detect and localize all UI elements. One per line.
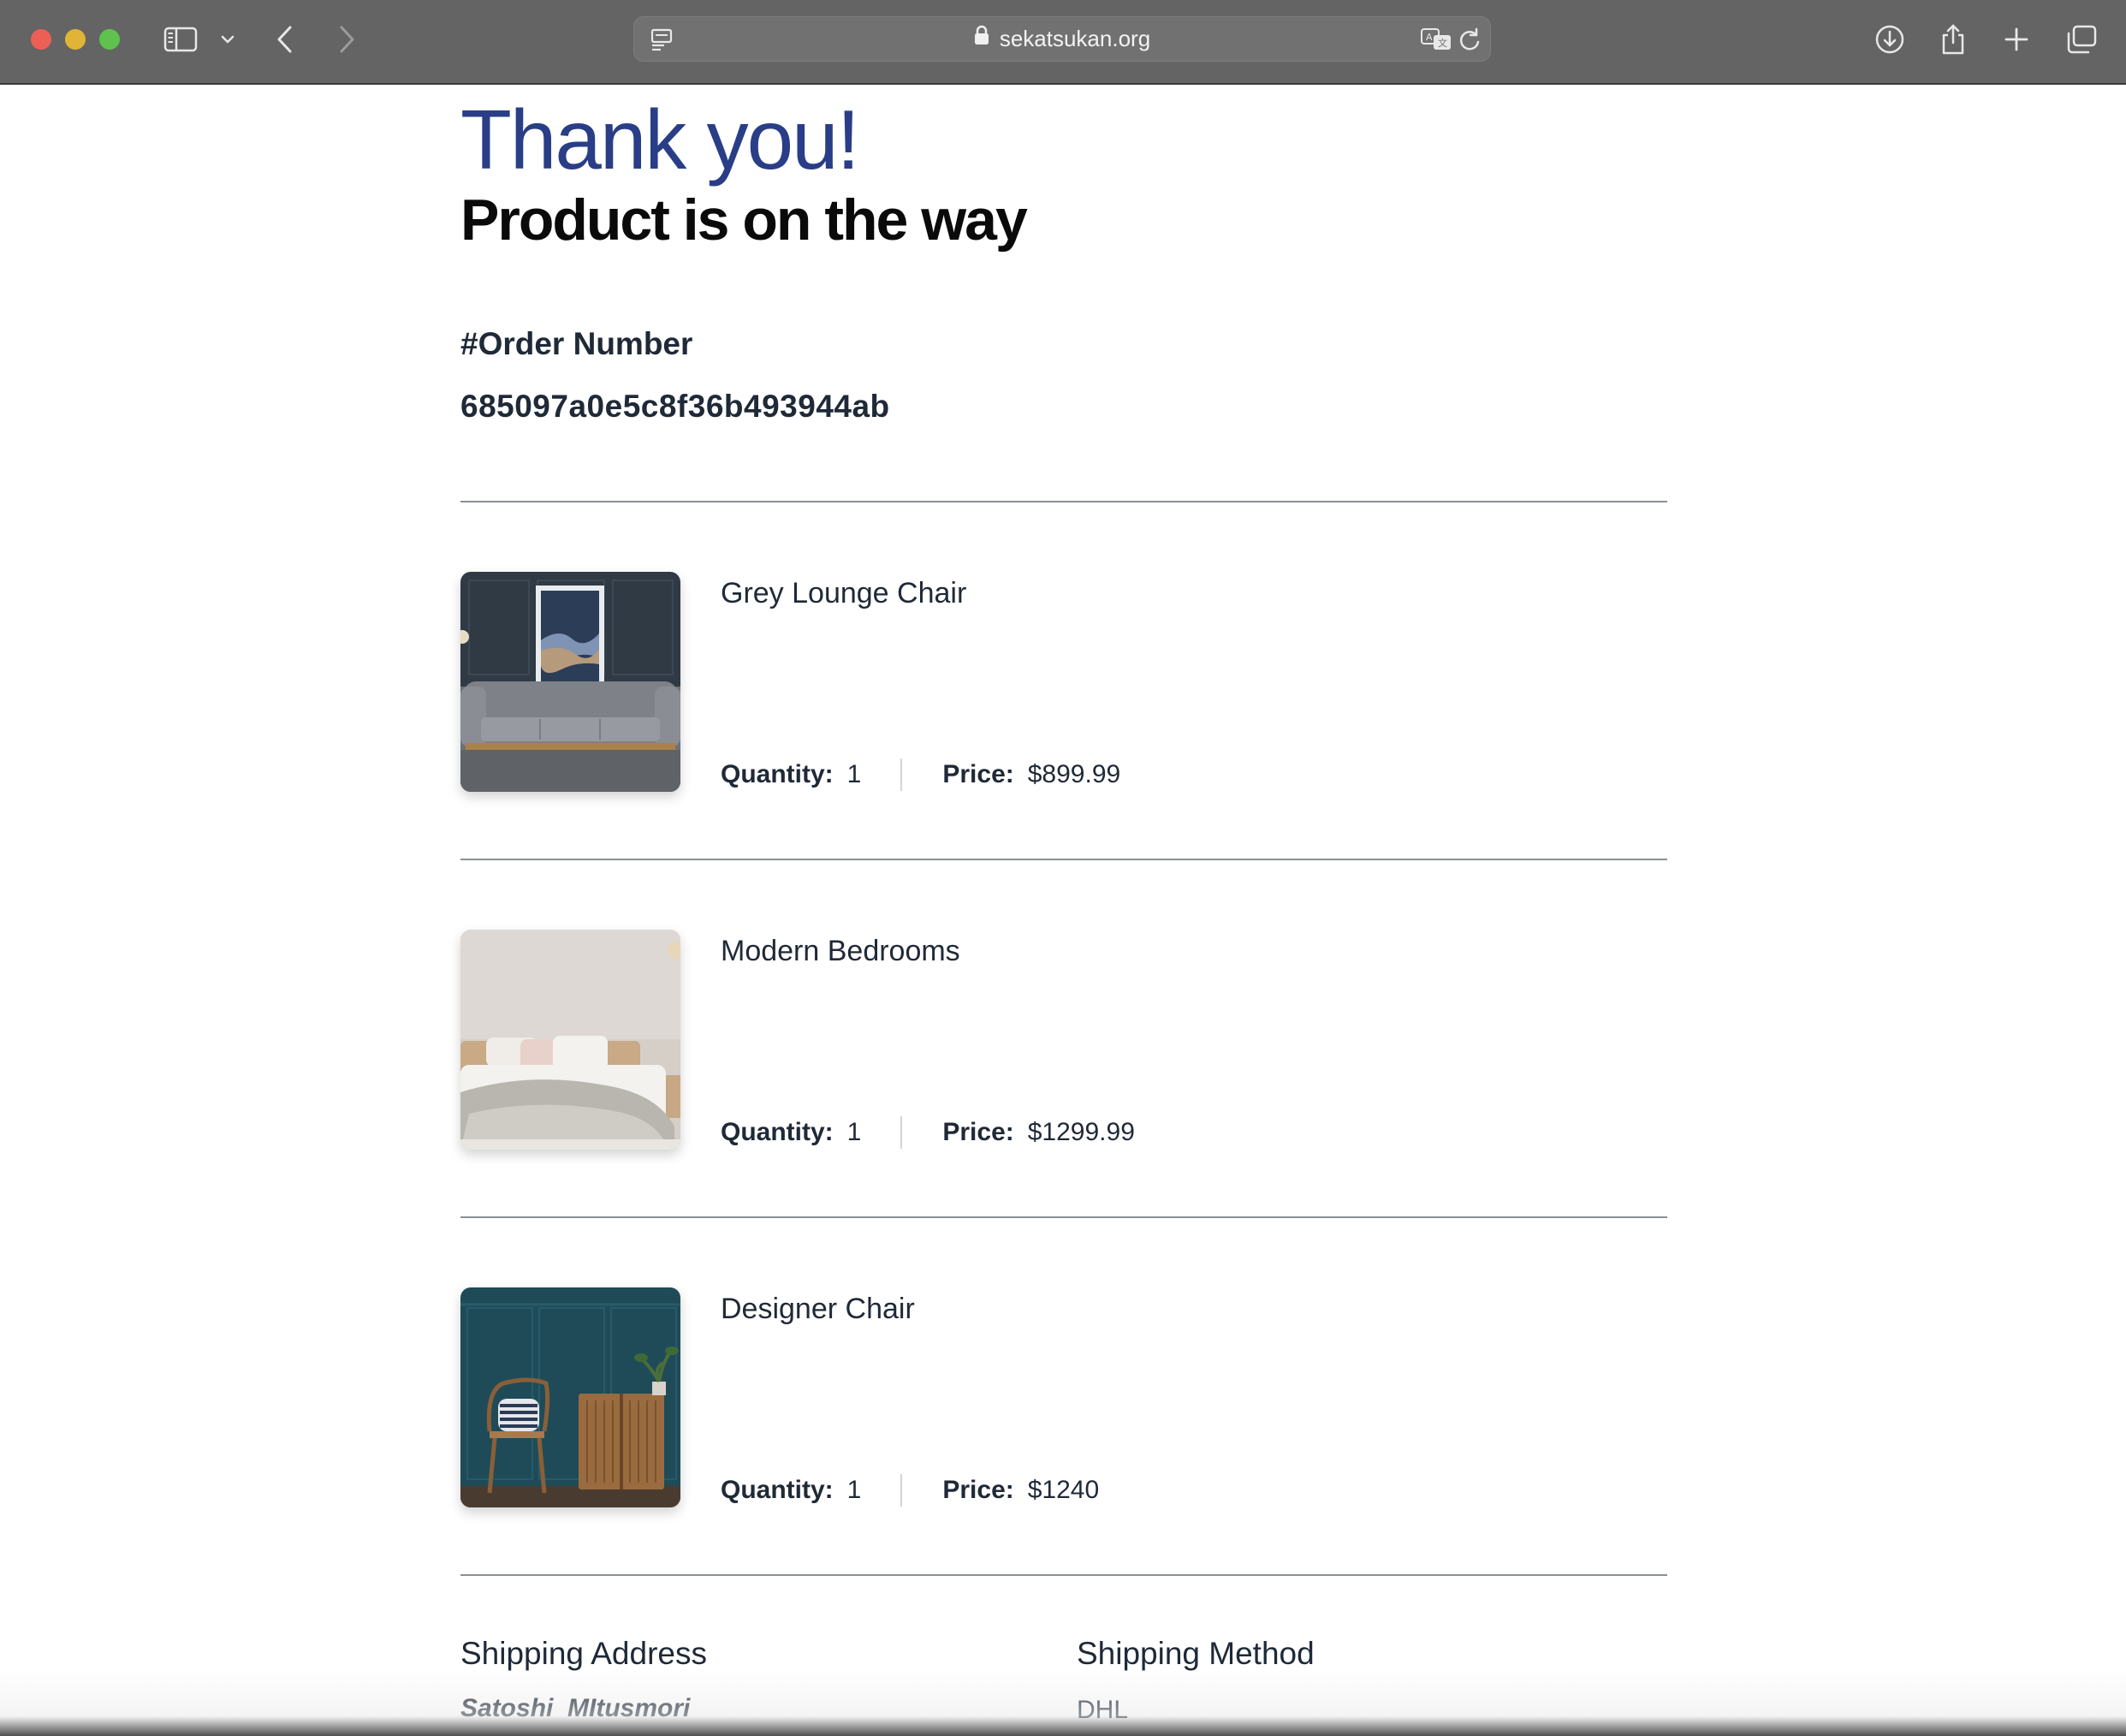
item-details: Quantity: 1 Price: $1240 (721, 1474, 1099, 1507)
svg-text:文: 文 (1438, 37, 1447, 49)
recipient-first-name: Satoshi (460, 1694, 554, 1722)
quantity-label: Quantity: (721, 760, 834, 788)
order-item: Grey Lounge Chair Quantity: 1 Price: $89… (460, 572, 1667, 794)
price-label: Price: (942, 1476, 1014, 1504)
minimize-window-button[interactable] (65, 29, 86, 50)
quantity-value: 1 (846, 1118, 862, 1146)
page-subtitle: Product is on the way (460, 187, 1028, 253)
price-label: Price: (942, 760, 1014, 788)
tabs-overview-icon[interactable] (2063, 21, 2100, 58)
zoom-window-button[interactable] (99, 29, 120, 50)
download-icon[interactable] (1873, 21, 1907, 58)
shipping-method-value: DHL (1077, 1696, 1129, 1724)
back-icon[interactable] (272, 21, 298, 58)
order-number-value: 685097a0e5c8f36b493944ab (460, 389, 890, 424)
share-icon[interactable] (1936, 21, 1970, 58)
sidebar-icon[interactable] (161, 21, 200, 58)
close-window-button[interactable] (31, 29, 51, 50)
product-name[interactable]: Grey Lounge Chair (721, 577, 966, 610)
forward-icon[interactable] (334, 21, 359, 58)
meta-separator (900, 1474, 903, 1507)
product-image-grey-lounge-chair[interactable] (460, 572, 680, 792)
shipping-address-heading: Shipping Address (460, 1636, 707, 1671)
product-name[interactable]: Designer Chair (721, 1293, 915, 1326)
chevron-down-icon[interactable] (217, 21, 238, 58)
recipient-last-name: MItusmori (567, 1694, 691, 1722)
product-image-designer-chair[interactable] (460, 1287, 680, 1507)
url-text: sekatsukan.org (999, 26, 1151, 51)
order-item: Designer Chair Quantity: 1 Price: $1240 (460, 1287, 1667, 1510)
lock-icon (974, 16, 989, 59)
divider (460, 501, 1667, 502)
new-tab-icon[interactable] (1999, 21, 2034, 58)
svg-text:A: A (1426, 32, 1433, 43)
item-details: Quantity: 1 Price: $1299.99 (721, 1116, 1135, 1149)
url-text-wrap: sekatsukan.org (634, 17, 1490, 60)
quantity-label: Quantity: (721, 1118, 834, 1146)
browser-toolbar: sekatsukan.org A文 (0, 0, 2126, 85)
divider (460, 1216, 1667, 1218)
window-bottom-edge (0, 1669, 2126, 1736)
quantity-label: Quantity: (721, 1476, 834, 1504)
item-details: Quantity: 1 Price: $899.99 (721, 758, 1120, 791)
reload-icon[interactable] (1454, 21, 1485, 58)
translate-icon[interactable]: A文 (1418, 21, 1454, 58)
price-value: $1299.99 (1027, 1118, 1135, 1146)
divider (460, 1574, 1667, 1576)
order-item: Modern Bedrooms Quantity: 1 Price: $1299… (460, 930, 1667, 1152)
address-bar[interactable]: sekatsukan.org A文 (633, 16, 1491, 62)
quantity-value: 1 (846, 760, 862, 788)
page-title: Thank you! (460, 92, 860, 187)
divider (460, 859, 1667, 860)
price-value: $899.99 (1027, 760, 1121, 788)
shipping-recipient-name: Satoshi MItusmori (460, 1694, 690, 1723)
price-value: $1240 (1027, 1476, 1100, 1504)
order-number-label: #Order Number (460, 326, 693, 361)
product-name[interactable]: Modern Bedrooms (721, 935, 960, 968)
meta-separator (900, 1116, 903, 1149)
product-image-modern-bedrooms[interactable] (460, 930, 680, 1150)
shipping-method-heading: Shipping Method (1077, 1636, 1315, 1671)
quantity-value: 1 (846, 1476, 862, 1504)
price-label: Price: (942, 1118, 1014, 1146)
meta-separator (900, 758, 903, 791)
